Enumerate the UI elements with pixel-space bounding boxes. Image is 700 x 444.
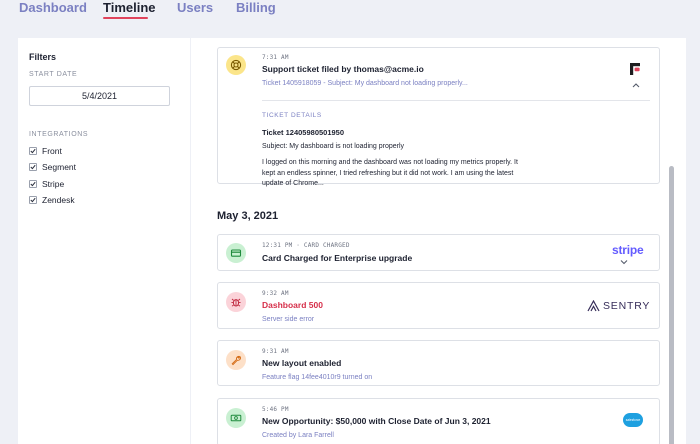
sentry-error-event[interactable]: 9:32 AM Dashboard 500 Server side error … xyxy=(217,282,660,329)
scrollbar-thumb[interactable] xyxy=(669,166,674,444)
event-title: New layout enabled xyxy=(262,358,342,368)
integration-label: Zendesk xyxy=(42,195,75,205)
event-title: New Opportunity: $50,000 with Close Date… xyxy=(262,416,491,426)
event-time: 12:31 PM · CARD CHARGED xyxy=(262,242,350,249)
event-title: Dashboard 500 xyxy=(262,300,323,310)
check-icon xyxy=(30,197,36,203)
stripe-logo: stripe xyxy=(612,243,644,257)
bug-icon xyxy=(226,292,246,312)
active-tab-indicator xyxy=(103,17,148,19)
credit-card-icon xyxy=(226,243,246,263)
check-icon xyxy=(30,181,36,187)
integration-label: Front xyxy=(42,146,62,156)
event-title: Support ticket filed by thomas@acme.io xyxy=(262,64,424,74)
integrations-label: INTEGRATIONS xyxy=(29,131,89,138)
event-subtitle: Server side error xyxy=(262,316,315,323)
event-title: Card Charged for Enterprise upgrade xyxy=(262,253,413,263)
filters-title: Filters xyxy=(29,52,57,62)
ticket-body: I logged on this morning and the dashboa… xyxy=(262,159,518,187)
tab-dashboard[interactable]: Dashboard xyxy=(19,0,87,15)
top-nav: Dashboard Timeline Users Billing xyxy=(0,0,700,22)
support-ticket-card[interactable]: 7:31 AM Support ticket filed by thomas@a… xyxy=(217,47,660,187)
tab-timeline[interactable]: Timeline xyxy=(103,0,156,15)
salesforce-logo: salesforce xyxy=(623,413,643,427)
start-date-input[interactable]: 5/4/2021 xyxy=(29,86,170,106)
event-subtitle[interactable]: Ticket 1405918059 - Subject: My dashboar… xyxy=(262,80,468,87)
lifebuoy-icon xyxy=(226,55,246,75)
front-logo-icon xyxy=(630,63,640,75)
zendesk-checkbox[interactable] xyxy=(29,196,37,204)
integration-zendesk[interactable]: Zendesk xyxy=(29,194,75,206)
filters-panel: Filters START DATE 5/4/2021 INTEGRATIONS… xyxy=(18,38,190,444)
event-time: 9:32 AM xyxy=(262,290,289,297)
money-icon xyxy=(226,408,246,428)
tab-users[interactable]: Users xyxy=(177,0,213,15)
divider xyxy=(262,100,650,101)
event-subtitle: Feature flag 14fee4010r9 turned on xyxy=(262,374,373,381)
integration-front[interactable]: Front xyxy=(29,145,62,157)
day-heading: May 3, 2021 xyxy=(217,210,279,222)
ticket-subject: Subject: My dashboard is not loading pro… xyxy=(262,143,405,150)
integration-label: Stripe xyxy=(42,179,65,189)
event-time: 9:31 AM xyxy=(262,348,289,355)
integration-segment[interactable]: Segment xyxy=(29,161,76,173)
opportunity-event[interactable]: 5:46 PM New Opportunity: $50,000 with Cl… xyxy=(217,398,660,444)
sentry-logo: SENTRY xyxy=(603,300,651,312)
timeline-feed: 7:31 AM Support ticket filed by thomas@a… xyxy=(191,38,686,444)
integration-stripe[interactable]: Stripe xyxy=(29,178,64,190)
chevron-up-icon[interactable] xyxy=(632,82,640,88)
stripe-checkbox[interactable] xyxy=(29,180,37,188)
check-icon xyxy=(30,148,36,154)
card-charged-event[interactable]: 12:31 PM · CARD CHARGED Card Charged for… xyxy=(217,234,660,271)
ticket-details-label: TICKET DETAILS xyxy=(262,112,322,119)
event-time: 5:46 PM xyxy=(262,406,289,413)
chevron-down-icon[interactable] xyxy=(620,259,628,265)
sentry-logo-icon xyxy=(587,300,600,312)
wrench-icon xyxy=(226,350,246,370)
segment-checkbox[interactable] xyxy=(29,163,37,171)
feature-flag-event[interactable]: 9:31 AM New layout enabled Feature flag … xyxy=(217,340,660,386)
integration-label: Segment xyxy=(42,162,77,172)
event-time: 7:31 AM xyxy=(262,54,289,61)
ticket-id: Ticket 12405980501950 xyxy=(262,128,345,137)
event-subtitle: Created by Lara Farrell xyxy=(262,432,334,439)
start-date-label: START DATE xyxy=(29,71,78,78)
front-checkbox[interactable] xyxy=(29,147,37,155)
tab-billing[interactable]: Billing xyxy=(236,0,276,15)
check-icon xyxy=(30,164,36,170)
